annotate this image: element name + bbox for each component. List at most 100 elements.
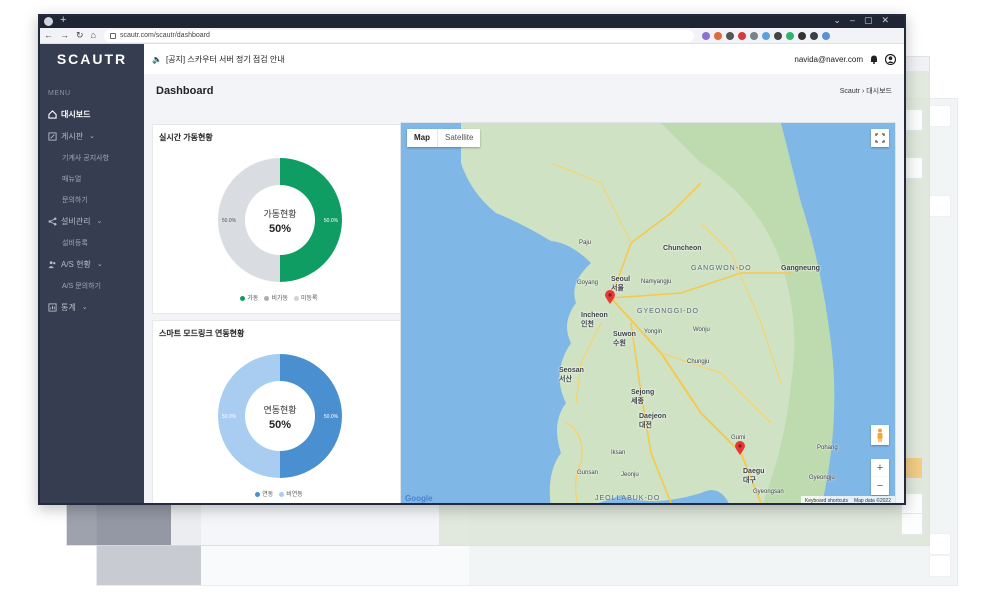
- legend-item[interactable]: 연동: [255, 489, 273, 498]
- map-place-label: Incheon 인천: [581, 312, 608, 328]
- map-place-label: Gunsan: [577, 470, 599, 476]
- map-place-label: Suwon 수원: [613, 331, 636, 347]
- legend-item[interactable]: 비가동: [264, 293, 288, 302]
- map-marker-pin[interactable]: [605, 290, 615, 304]
- pegman-icon: [877, 428, 883, 442]
- edit-icon: [48, 131, 57, 141]
- sidebar-item-equipment[interactable]: 설비관리 ⌄: [40, 210, 144, 232]
- forward-arrow-icon[interactable]: →: [60, 30, 69, 41]
- url-text: scautr.com/scautr/dashboard: [119, 32, 210, 39]
- main-content: 🔈 [공지] 스카우터 서버 정기 점검 안내 navida@naver.com…: [144, 44, 904, 503]
- user-avatar-icon[interactable]: [885, 53, 896, 65]
- legend-item[interactable]: 미등록: [294, 293, 318, 302]
- donut-legend: 연동 비연동: [153, 489, 405, 498]
- breadcrumb-current: 대시보드: [866, 88, 892, 95]
- map-place-label: Daegu 대구: [743, 468, 765, 484]
- speaker-icon: 🔈: [152, 54, 162, 64]
- map-place-label: Goyang: [577, 280, 599, 286]
- sidebar-item-as-status[interactable]: A/S 현황 ⌄: [40, 253, 144, 275]
- address-bar: ← → ↻ ⌂ scautr.com/scautr/dashboard: [40, 28, 904, 44]
- realtime-donut-chart: 가동현황 50% 50.0% 50.0%: [218, 158, 342, 282]
- map-marker-pin[interactable]: [735, 441, 745, 455]
- fullscreen-button[interactable]: [871, 129, 889, 147]
- google-map[interactable]: Paju Chuncheon GANGWON-DO Gangneung Goya…: [400, 122, 896, 504]
- breadcrumb-home[interactable]: Scautr: [840, 88, 860, 95]
- map-data-text: Map data ©2022: [853, 498, 891, 504]
- donut-left-pct: 50.0%: [222, 218, 237, 224]
- window-controls[interactable]: ⌄–▢✕: [833, 16, 898, 26]
- top-header: 🔈 [공지] 스카우터 서버 정기 점검 안내 navida@naver.com: [144, 44, 904, 74]
- breadcrumb: Scautr › 대시보드: [840, 86, 892, 96]
- keyboard-shortcuts-link[interactable]: Keyboard shortcuts: [805, 498, 848, 503]
- map-place-label: Gangneung: [781, 265, 820, 272]
- chart-icon: [48, 302, 57, 312]
- donut-left-pct: 50.0%: [222, 414, 237, 420]
- donut-right-pct: 50.0%: [324, 218, 339, 224]
- map-place-label: Iksan: [611, 450, 626, 456]
- sidebar-item-label: 통계: [61, 302, 76, 312]
- card-title: 실시간 가동현황: [159, 133, 213, 142]
- app-shell: SCAUTR MENU 대시보드 게시판 ⌄ 기계사 공지사항 매뉴얼 문의하기…: [40, 44, 904, 503]
- map-place-label: Yongin: [644, 329, 663, 335]
- map-place-label: Pohang: [817, 445, 838, 451]
- legend-item[interactable]: 비연동: [279, 489, 303, 498]
- map-place-label: Sejong 세종: [631, 389, 655, 405]
- zoom-in-button[interactable]: +: [871, 459, 889, 477]
- chevron-down-icon: ⌄: [89, 133, 95, 140]
- share-icon: [48, 217, 57, 225]
- map-place-label: Jeonju: [621, 472, 639, 478]
- map-place-label: Wonju: [693, 327, 710, 333]
- sidebar-subitem-inquiry[interactable]: 문의하기: [40, 189, 144, 210]
- bell-icon[interactable]: [869, 54, 879, 64]
- donut-right-pct: 50.0%: [324, 414, 339, 420]
- chevron-down-icon: ⌄: [81, 304, 88, 311]
- home-icon[interactable]: ⌂: [91, 30, 96, 41]
- street-view-pegman[interactable]: [871, 425, 889, 445]
- reload-icon[interactable]: ↻: [76, 30, 84, 41]
- extension-icons[interactable]: [701, 31, 830, 40]
- sidebar-item-label: A/S 현황: [61, 259, 91, 269]
- sidebar-subitem-as-inquiry[interactable]: A/S 문의하기: [40, 275, 144, 296]
- donut-center-value: 50%: [269, 223, 291, 235]
- map-province-label: JEOLLABUK-DO: [595, 495, 661, 502]
- fullscreen-icon: [875, 133, 885, 143]
- page-title: Dashboard: [156, 85, 214, 97]
- sidebar-item-statistics[interactable]: 통계 ⌄: [40, 296, 144, 318]
- map-type-satellite-button[interactable]: Satellite: [437, 129, 480, 147]
- sidebar-subitem-equipment-register[interactable]: 설비등록: [40, 232, 144, 253]
- browser-logo-icon: [44, 17, 53, 26]
- map-place-label: Namyangju: [641, 279, 672, 285]
- sidebar-item-board[interactable]: 게시판 ⌄: [40, 125, 144, 147]
- user-email: navida@naver.com: [794, 54, 863, 64]
- smart-link-card: 스마트 모드링크 연동현황 연동현황 50% 50.0% 50.0% 연동 비연…: [152, 320, 406, 503]
- legend-item[interactable]: 가동: [240, 293, 258, 302]
- browser-window: + ⌄–▢✕ ← → ↻ ⌂ scautr.com/scautr/dashboa…: [38, 14, 906, 505]
- map-place-label: Chuncheon: [663, 245, 702, 252]
- sidebar-item-dashboard[interactable]: 대시보드: [40, 103, 144, 125]
- donut-center-label: 연동현황: [263, 405, 296, 415]
- zoom-out-button[interactable]: −: [871, 477, 889, 495]
- map-place-label: Seosan 서산: [559, 367, 584, 383]
- sidebar-subitem-notice[interactable]: 기계사 공지사항: [40, 147, 144, 168]
- smart-donut-chart: 연동현황 50% 50.0% 50.0%: [218, 354, 342, 478]
- page-header: Dashboard Scautr › 대시보드: [144, 74, 904, 108]
- app-logo[interactable]: SCAUTR: [40, 44, 144, 74]
- sidebar-item-label: 게시판: [61, 131, 84, 141]
- back-arrow-icon[interactable]: ←: [44, 30, 53, 41]
- map-place-label: Chungju: [687, 359, 710, 365]
- menu-caption: MENU: [48, 90, 71, 97]
- donut-legend: 가동 비가동 미등록: [153, 293, 405, 302]
- new-tab-button[interactable]: +: [60, 16, 66, 26]
- sidebar: SCAUTR MENU 대시보드 게시판 ⌄ 기계사 공지사항 매뉴얼 문의하기…: [40, 44, 144, 503]
- map-province-label: GYEONGGI-DO: [637, 308, 699, 315]
- donut-center-label: 가동현황: [263, 209, 296, 219]
- map-place-label: Paju: [579, 240, 592, 246]
- notice-banner[interactable]: 🔈 [공지] 스카우터 서버 정기 점검 안내: [152, 54, 285, 65]
- url-field[interactable]: scautr.com/scautr/dashboard: [103, 29, 694, 42]
- map-type-map-button[interactable]: Map: [407, 129, 437, 147]
- card-title: 스마트 모드링크 연동현황: [159, 329, 245, 338]
- map-place-label: Daejeon 대전: [639, 413, 667, 429]
- sidebar-subitem-manual[interactable]: 매뉴얼: [40, 168, 144, 189]
- browser-tabstrip: + ⌄–▢✕: [40, 16, 904, 28]
- google-logo: Google: [405, 494, 433, 503]
